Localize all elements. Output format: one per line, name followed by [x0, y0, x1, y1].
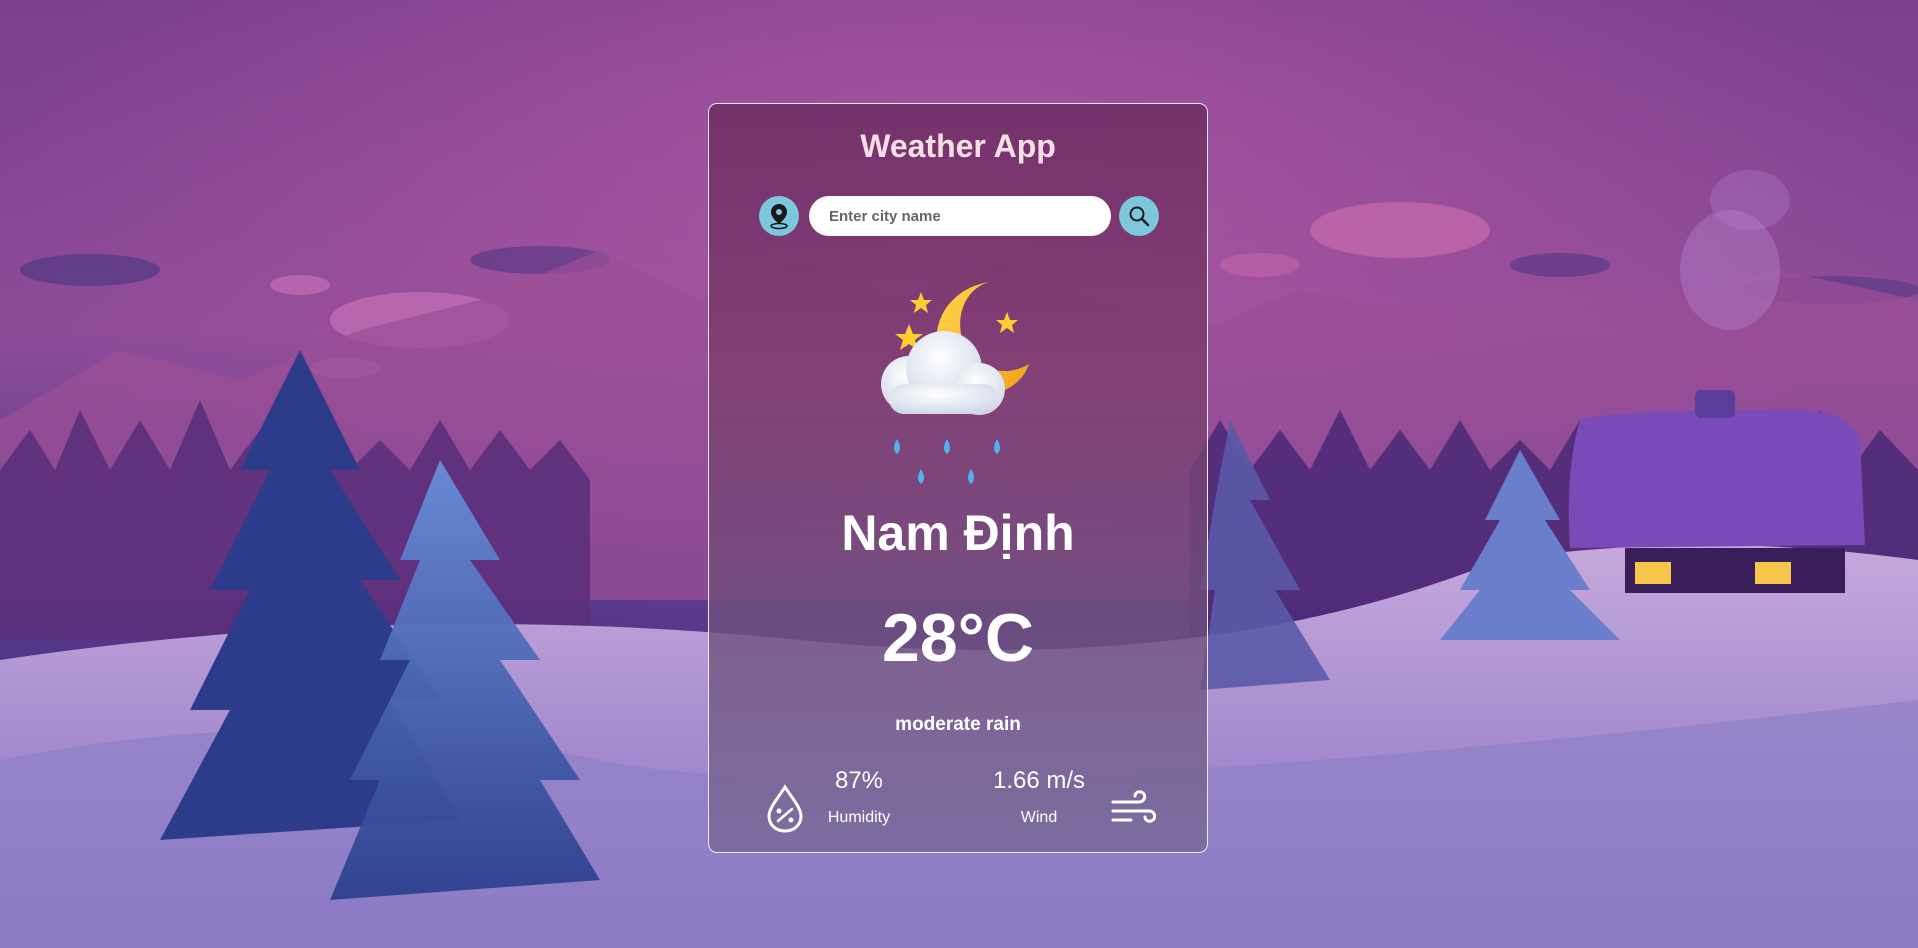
city-name: Nam Định: [841, 505, 1075, 561]
moon-cloud-rain-icon: [881, 282, 1029, 484]
search-icon: [1129, 206, 1150, 227]
search-button[interactable]: [1119, 196, 1159, 236]
app-title: Weather App: [860, 128, 1056, 164]
weather-description: moderate rain: [895, 714, 1021, 735]
wind-label: Wind: [1020, 809, 1058, 826]
location-button[interactable]: [759, 196, 799, 236]
temperature: 28°C: [882, 600, 1034, 676]
wind-icon: [1111, 790, 1157, 823]
humidity-value: 87%: [834, 767, 884, 794]
humidity-label: Humidity: [827, 809, 891, 826]
weather-card: Weather App Enter city name Nam Định 28°…: [708, 103, 1208, 853]
wind-value: 1.66 m/s: [992, 767, 1086, 794]
city-search-input[interactable]: [809, 196, 1111, 236]
map-pin-icon: [770, 204, 788, 230]
humidity-icon: [767, 784, 803, 833]
